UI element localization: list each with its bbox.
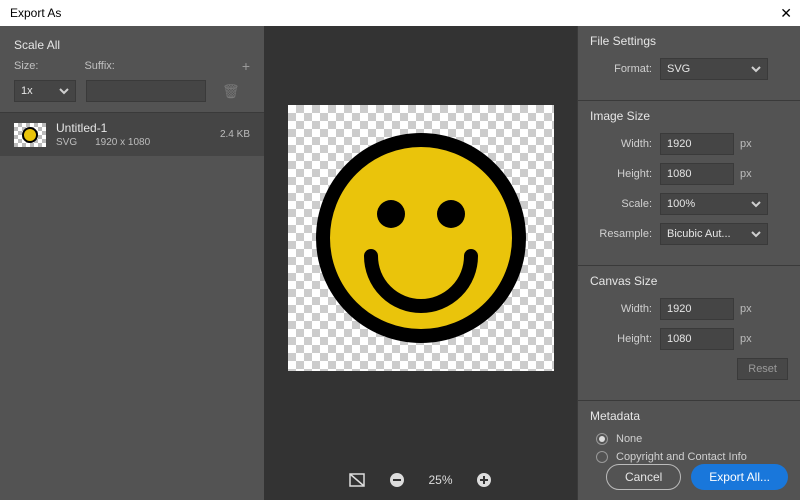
list-item[interactable]: Untitled-1 SVG 1920 x 1080 2.4 KB	[0, 113, 264, 156]
asset-name: Untitled-1	[56, 121, 210, 135]
size-label: Size:	[14, 60, 38, 72]
size-select[interactable]: 1x	[14, 80, 76, 102]
img-width-label: Width:	[590, 138, 652, 150]
asset-thumb	[14, 123, 46, 147]
size-value: 1x	[21, 85, 33, 97]
footer: Cancel Export All...	[606, 464, 788, 490]
chevron-down-icon	[751, 229, 761, 239]
cv-width-input[interactable]: 1920	[660, 298, 734, 320]
reset-button[interactable]: Reset	[737, 358, 788, 380]
metadata-none-label: None	[616, 433, 642, 445]
resample-value: Bicubic Aut...	[667, 228, 731, 240]
export-all-button[interactable]: Export All...	[691, 464, 788, 490]
asset-meta: Untitled-1 SVG 1920 x 1080	[56, 121, 210, 148]
unit: px	[740, 168, 752, 180]
titlebar: Export As ✕	[0, 0, 800, 26]
img-height-label: Height:	[590, 168, 652, 180]
two-up-icon[interactable]	[348, 471, 366, 489]
asset-filesize: 2.4 KB	[220, 129, 250, 140]
image-size-group: Image Size Width: 1920 px Height: 1080 p…	[578, 101, 800, 266]
scale-select[interactable]: 100%	[660, 193, 768, 215]
preview-panel: 25%	[264, 26, 577, 500]
zoom-in-icon[interactable]	[475, 471, 493, 489]
canvas-size-group: Canvas Size Width: 1920 px Height: 1080 …	[578, 266, 800, 401]
resample-select[interactable]: Bicubic Aut...	[660, 223, 768, 245]
radio-icon	[596, 433, 608, 445]
app: Scale All Size: Suffix: + 1x 🗑 Untitled-…	[0, 26, 800, 500]
format-value: SVG	[667, 63, 690, 75]
canvas-size-heading: Canvas Size	[590, 274, 788, 288]
delete-icon[interactable]: 🗑	[222, 83, 240, 100]
format-select[interactable]: SVG	[660, 58, 768, 80]
metadata-none-option[interactable]: None	[596, 433, 788, 445]
unit: px	[740, 333, 752, 345]
metadata-copyright-option[interactable]: Copyright and Contact Info	[596, 451, 788, 463]
chevron-down-icon	[59, 86, 69, 96]
canvas-area	[264, 26, 577, 460]
zoom-level: 25%	[428, 473, 452, 487]
preview-canvas	[288, 105, 554, 371]
asset-format: SVG	[56, 137, 77, 148]
cv-height-input[interactable]: 1080	[660, 328, 734, 350]
close-icon[interactable]: ✕	[780, 6, 792, 20]
add-scale-icon[interactable]: +	[242, 58, 250, 74]
img-height-input[interactable]: 1080	[660, 163, 734, 185]
chevron-down-icon	[751, 199, 761, 209]
file-settings-heading: File Settings	[590, 34, 788, 48]
image-size-heading: Image Size	[590, 109, 788, 123]
zoom-out-icon[interactable]	[388, 471, 406, 489]
metadata-copyright-label: Copyright and Contact Info	[616, 451, 747, 463]
file-settings-group: File Settings Format: SVG	[578, 26, 800, 101]
resample-label: Resample:	[590, 228, 652, 240]
zoom-bar: 25%	[348, 460, 492, 500]
unit: px	[740, 138, 752, 150]
cv-height-label: Height:	[590, 333, 652, 345]
radio-icon	[596, 451, 608, 463]
window-title: Export As	[10, 6, 61, 20]
right-panel: File Settings Format: SVG Image Size Wid…	[577, 26, 800, 500]
asset-dims: 1920 x 1080	[95, 137, 150, 148]
suffix-label: Suffix:	[84, 60, 114, 72]
cancel-button[interactable]: Cancel	[606, 464, 681, 490]
left-panel: Scale All Size: Suffix: + 1x 🗑 Untitled-…	[0, 26, 264, 500]
metadata-heading: Metadata	[590, 409, 788, 423]
img-width-input[interactable]: 1920	[660, 133, 734, 155]
smiley-preview	[311, 128, 531, 348]
asset-list: Untitled-1 SVG 1920 x 1080 2.4 KB	[0, 112, 264, 156]
suffix-input[interactable]	[86, 80, 206, 102]
format-label: Format:	[590, 63, 652, 75]
scale-all-heading: Scale All	[0, 26, 264, 58]
img-scale-label: Scale:	[590, 198, 652, 210]
scale-header-row: Size: Suffix: +	[0, 58, 264, 74]
chevron-down-icon	[751, 64, 761, 74]
cv-width-label: Width:	[590, 303, 652, 315]
scale-value: 100%	[667, 198, 695, 210]
unit: px	[740, 303, 752, 315]
scale-inputs: 1x 🗑	[0, 74, 264, 112]
